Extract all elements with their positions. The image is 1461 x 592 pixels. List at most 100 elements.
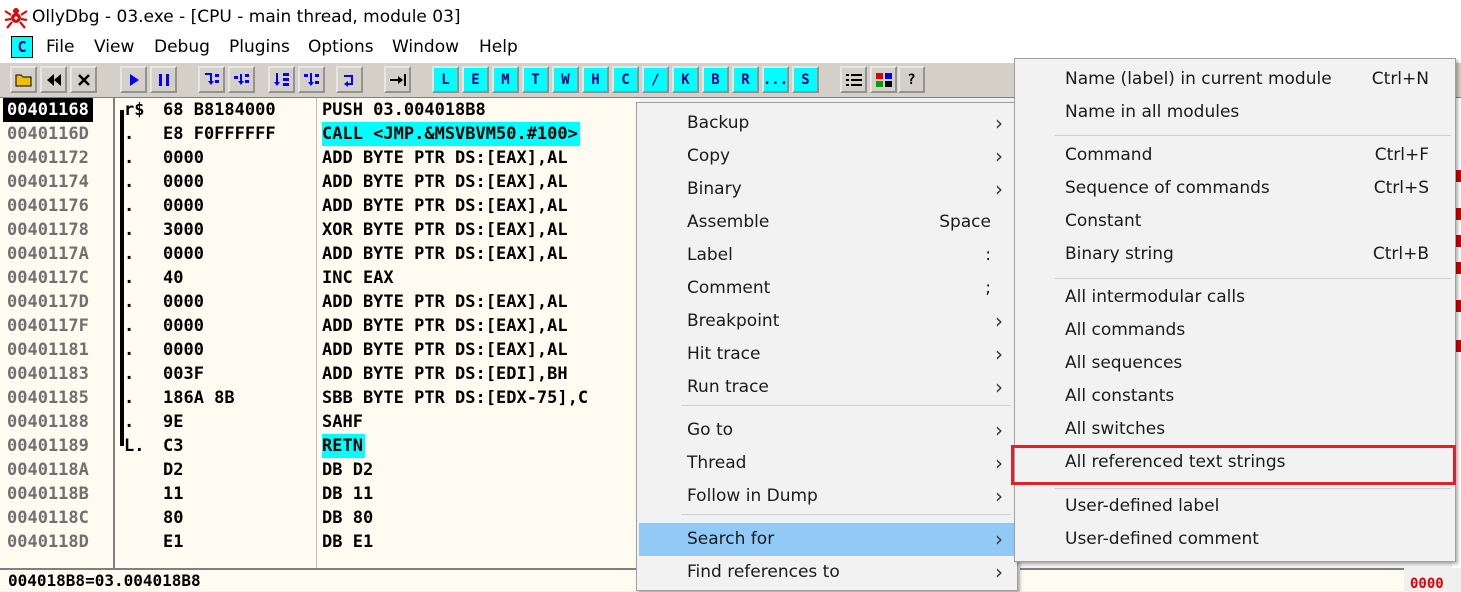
toolbar-log-button[interactable]: L	[432, 66, 459, 93]
menu-item-shortcut: Ctrl+B	[1372, 244, 1429, 264]
menu-debug[interactable]: Debug	[154, 37, 210, 57]
menu-file[interactable]: File	[46, 37, 74, 57]
disassembly-pane[interactable]: 00401168 r$ 68 B8184000 PUSH 03.004018B8 004…	[0, 98, 640, 568]
toolbar-windows-button[interactable]: W	[552, 66, 579, 93]
execute-till-return-icon[interactable]	[336, 66, 363, 93]
disassembly-row[interactable]: 00401176. 0000 ADD BYTE PTR DS:[EAX],AL	[0, 194, 640, 218]
toolbar-memory-button[interactable]: M	[492, 66, 519, 93]
context-menu-item-run-trace[interactable]: Run trace ›	[639, 371, 1015, 404]
context-menu-item-copy[interactable]: Copy ›	[639, 140, 1015, 173]
context-menu-item-thread[interactable]: Thread ›	[639, 447, 1015, 480]
row-hex-dump: 3000	[163, 220, 204, 240]
disassembly-row[interactable]: 00401181. 0000 ADD BYTE PTR DS:[EAX],AL	[0, 338, 640, 362]
help-icon[interactable]: ?	[898, 66, 925, 93]
context-menu-item-comment[interactable]: Comment;	[639, 272, 1015, 305]
submenu-item-sequence-of-commands[interactable]: Sequence of commands Ctrl+S	[1017, 172, 1453, 205]
row-address: 0040117A	[7, 244, 89, 264]
step-over-icon[interactable]	[228, 66, 255, 93]
disassembly-row[interactable]: 00401188. 9E SAHF	[0, 410, 640, 434]
restart-icon[interactable]	[40, 66, 67, 93]
cpu-window-icon[interactable]: C	[11, 36, 33, 58]
toolbar-breakpoints-button[interactable]: B	[702, 66, 729, 93]
toolbar-modules-button[interactable]: E	[462, 66, 489, 93]
submenu-item-all-commands[interactable]: All commands	[1017, 314, 1453, 347]
trace-over-icon[interactable]	[298, 66, 325, 93]
submenu-item-all-sequences[interactable]: All sequences	[1017, 347, 1453, 380]
row-instruction: CALL <JMP.&MSVBVM50.#100>	[322, 122, 580, 146]
menu-plugins[interactable]: Plugins	[229, 37, 290, 57]
ollydbg-bug-icon[interactable]	[4, 5, 28, 29]
disassembly-row[interactable]: 00401168 r$ 68 B8184000 PUSH 03.004018B8	[0, 98, 640, 122]
menu-item-label: Command	[1065, 145, 1153, 165]
step-into-icon[interactable]	[198, 66, 225, 93]
context-menu-item-backup[interactable]: Backup ›	[639, 107, 1015, 140]
menu-item-label: Constant	[1065, 211, 1142, 231]
context-menu-item-label[interactable]: Label:	[639, 239, 1015, 272]
disassembly-row[interactable]: 00401189 L. C3 RETN	[0, 434, 640, 458]
toolbar-source-button[interactable]: S	[792, 66, 819, 93]
menu-item-label: Follow in Dump	[687, 486, 818, 506]
disassembly-row[interactable]: 00401185. 186A 8B SBB BYTE PTR DS:[EDX-75]…	[0, 386, 640, 410]
context-menu-item-hit-trace[interactable]: Hit trace ›	[639, 338, 1015, 371]
context-menu-item-go-to[interactable]: Go to ›	[639, 414, 1015, 447]
disassembly-row[interactable]: 0040117C. 40 INC EAX	[0, 266, 640, 290]
open-icon[interactable]	[10, 66, 37, 93]
disassembly-row[interactable]: 0040118B 11 DB 11	[0, 482, 640, 506]
context-menu-item-search-for[interactable]: Search for ›	[639, 523, 1015, 556]
menu-separator	[681, 514, 1011, 515]
disassembly-row[interactable]: 00401174. 0000 ADD BYTE PTR DS:[EAX],AL	[0, 170, 640, 194]
menu-help[interactable]: Help	[479, 37, 518, 57]
context-menu-item-find-references-to[interactable]: Find references to ›	[639, 556, 1015, 589]
disassembly-row[interactable]: 0040117A. 0000 ADD BYTE PTR DS:[EAX],AL	[0, 242, 640, 266]
pause-icon[interactable]	[150, 66, 177, 93]
submenu-item-user-defined-label[interactable]: User-defined label	[1017, 490, 1453, 523]
menu-options[interactable]: Options	[308, 37, 374, 57]
submenu-item-all-constants[interactable]: All constants	[1017, 380, 1453, 413]
menu-item-label: Breakpoint	[687, 311, 780, 331]
menu-view[interactable]: View	[94, 37, 134, 57]
submenu-item-user-defined-comment[interactable]: User-defined comment	[1017, 523, 1453, 556]
submenu-item-all-intermodular-calls[interactable]: All intermodular calls	[1017, 281, 1453, 314]
submenu-item-command[interactable]: Command Ctrl+F	[1017, 139, 1453, 172]
context-menu-item-assemble[interactable]: Assemble Space	[639, 206, 1015, 239]
disassembly-row[interactable]: 00401183. 003F ADD BYTE PTR DS:[EDI],BH	[0, 362, 640, 386]
row-hex-dump: 40	[163, 268, 184, 288]
disassembly-row[interactable]: 00401172. 0000 ADD BYTE PTR DS:[EAX],AL	[0, 146, 640, 170]
toolbar-references-button[interactable]: R	[732, 66, 759, 93]
menu-item-label: Binary string	[1065, 244, 1174, 264]
toolbar-threads-button[interactable]: T	[522, 66, 549, 93]
context-menu-item-binary[interactable]: Binary ›	[639, 173, 1015, 206]
toolbar-patches-button[interactable]: /	[642, 66, 669, 93]
toolbar-runtrace-button[interactable]: ...	[762, 66, 789, 93]
toolbar-handles-button[interactable]: H	[582, 66, 609, 93]
disassembly-row[interactable]: 0040118C 80 DB 80	[0, 506, 640, 530]
submenu-arrow-icon: ›	[995, 375, 1003, 399]
submenu-item-constant[interactable]: Constant	[1017, 205, 1453, 238]
disassembly-row[interactable]: 0040117F. 0000 ADD BYTE PTR DS:[EAX],AL	[0, 314, 640, 338]
menu-window[interactable]: Window	[392, 37, 459, 57]
row-marker: r$	[124, 100, 145, 120]
disassembly-row[interactable]: 0040116D. E8 F0FFFFFF CALL <JMP.&MSVBVM50.…	[0, 122, 640, 146]
submenu-item-all-switches[interactable]: All switches	[1017, 413, 1453, 446]
disassembly-row[interactable]: 0040117D. 0000 ADD BYTE PTR DS:[EAX],AL	[0, 290, 640, 314]
row-instruction: DB 80	[322, 508, 374, 528]
menu-item-shortcut: Ctrl+S	[1373, 178, 1429, 198]
row-instruction: INC EAX	[322, 268, 394, 288]
close-icon[interactable]	[70, 66, 97, 93]
submenu-arrow-icon: ›	[995, 451, 1003, 475]
go-to-icon[interactable]	[384, 66, 411, 93]
disassembly-row[interactable]: 0040118D E1 DB E1	[0, 530, 640, 554]
context-menu-item-breakpoint[interactable]: Breakpoint ›	[639, 305, 1015, 338]
submenu-item-name-in-all-modules[interactable]: Name in all modules	[1017, 96, 1453, 129]
trace-into-icon[interactable]	[268, 66, 295, 93]
disassembly-row[interactable]: 00401178. 3000 XOR BYTE PTR DS:[EAX],AL	[0, 218, 640, 242]
disassembly-row[interactable]: 0040118A D2 DB D2	[0, 458, 640, 482]
context-menu-item-follow-in-dump[interactable]: Follow in Dump ›	[639, 480, 1015, 513]
run-icon[interactable]	[120, 66, 147, 93]
submenu-item-name-label-in-current-module[interactable]: Name (label) in current module Ctrl+N	[1017, 63, 1453, 96]
grid-icon[interactable]	[870, 66, 897, 93]
submenu-item-binary-string[interactable]: Binary string Ctrl+B	[1017, 238, 1453, 271]
toolbar-cpu-button[interactable]: C	[612, 66, 639, 93]
list-icon[interactable]	[840, 66, 867, 93]
toolbar-callstack-button[interactable]: K	[672, 66, 699, 93]
